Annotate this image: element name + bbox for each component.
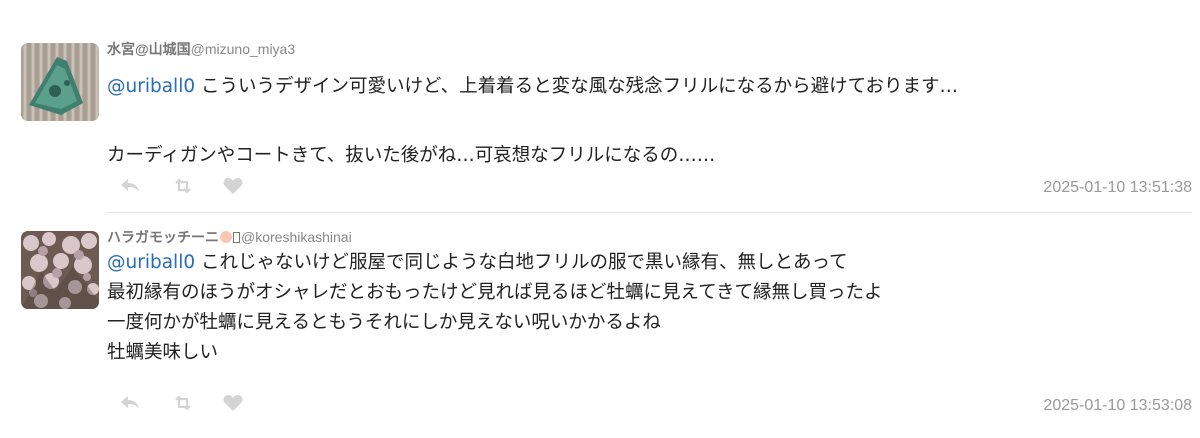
tweet: 水宮@山城国@mizuno_miya3 @uriball0 こういうデザイン可愛… (0, 38, 1200, 208)
reply-button[interactable] (118, 393, 142, 413)
tweet-line: @uriball0 これじゃないけど服屋で同じような白地フリルの服で黒い縁有、無… (107, 248, 1176, 278)
tweet-header: ハラガモッチーニ @koreshikashinai (107, 226, 352, 248)
tweet-header: 水宮@山城国@mizuno_miya3 (107, 38, 295, 60)
reply-button[interactable] (118, 176, 142, 196)
avatar[interactable] (21, 43, 99, 121)
reply-icon (121, 396, 139, 409)
mention-link[interactable]: @uriball0 (107, 76, 195, 97)
timestamp[interactable]: 2025-01-10 13:51:38 (1043, 179, 1192, 197)
tweet-text: @uriball0 こういうデザイン可愛いけど、上着着ると変な風な残念フリルにな… (107, 72, 1176, 171)
avatar-image (21, 43, 99, 121)
like-button[interactable] (221, 393, 245, 413)
tweet-line-text: これじゃないけど服屋で同じような白地フリルの服で黒い縁有、無しとあって (201, 252, 848, 273)
tweet-line: @uriball0 こういうデザイン可愛いけど、上着着ると変な風な残念フリルにな… (107, 72, 1176, 102)
tweet-line: 一度何かが牡蠣に見えるともうそれにしか見えない呪いかかるよね (107, 312, 661, 333)
divider (106, 212, 1192, 213)
tweet-line: カーディガンやコートきて、抜いた後がね…可哀想なフリルになるの…… (107, 145, 716, 166)
timestamp[interactable]: 2025-01-10 13:53:08 (1043, 397, 1192, 415)
heart-icon (223, 395, 243, 411)
screen-name[interactable]: @mizuno_miya3 (191, 41, 295, 57)
retweet-button[interactable] (171, 393, 195, 413)
avatar-image (21, 231, 99, 309)
tweet: ハラガモッチーニ @koreshikashinai @uriball0 これじゃな… (0, 226, 1200, 426)
screen-name[interactable]: @koreshikashinai (241, 229, 352, 245)
retweet-button[interactable] (171, 176, 195, 196)
tweet-line: 牡蠣美味しい (107, 342, 219, 363)
reply-thread: 水宮@山城国@mizuno_miya3 @uriball0 こういうデザイン可愛… (0, 0, 1200, 438)
like-button[interactable] (221, 176, 245, 196)
retweet-icon (175, 395, 191, 411)
display-name[interactable]: 水宮@山城国 (107, 41, 191, 57)
tweet-line: 最初縁有のほうがオシャレだとおもったけど見れば見るほど牡蠣に見えてきて縁無し買っ… (107, 282, 883, 303)
missing-glyph-icon (233, 232, 240, 243)
face-emoji-icon (220, 231, 232, 243)
display-name[interactable]: ハラガモッチーニ (107, 229, 219, 245)
heart-icon (223, 178, 243, 194)
reply-icon (121, 179, 139, 192)
retweet-icon (175, 178, 191, 194)
tweet-text: @uriball0 これじゃないけど服屋で同じような白地フリルの服で黒い縁有、無… (107, 248, 1176, 368)
avatar[interactable] (21, 231, 99, 309)
tweet-line-text: こういうデザイン可愛いけど、上着着ると変な風な残念フリルになるから避けております… (201, 76, 959, 97)
mention-link[interactable]: @uriball0 (107, 252, 195, 273)
